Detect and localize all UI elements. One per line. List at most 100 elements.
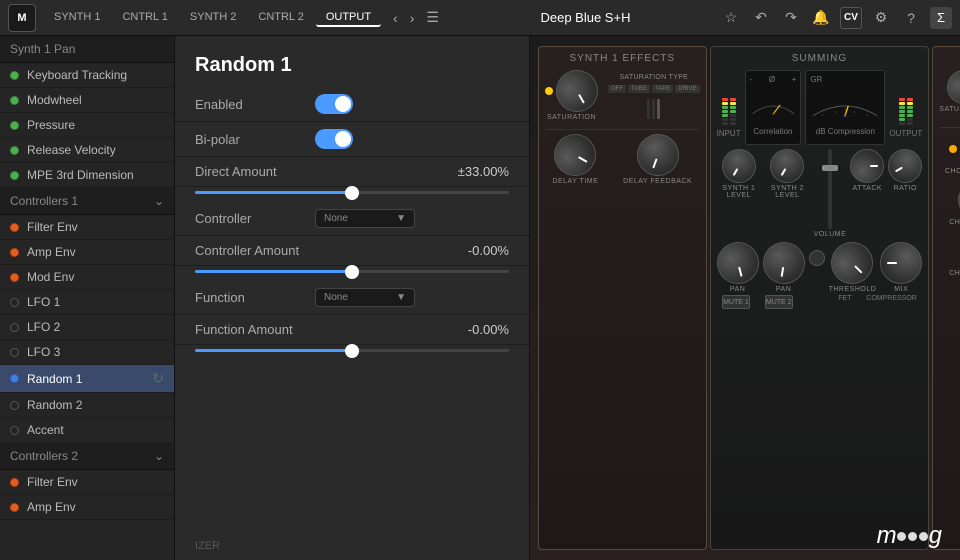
bell-icon[interactable]: 🔔 [810,7,832,29]
output-label: OUTPUT [889,129,922,138]
sidebar-item-filter-env-2[interactable]: Filter Env [0,470,174,495]
sidebar-section-synth1pan[interactable]: Synth 1 Pan [0,36,174,63]
sidebar-item-lfo1[interactable]: LFO 1 [0,290,174,315]
direct-amount-value: ±33.00% [458,164,509,179]
question-icon[interactable]: ? [900,7,922,29]
function-dropdown[interactable]: None ▼ [315,288,415,307]
sidebar-item-amp-env[interactable]: Amp Env [0,240,174,265]
sat-tube-button[interactable]: TUBE [628,85,650,93]
pan2-knob[interactable] [759,239,808,288]
synth1-delaytime-knob[interactable] [547,126,604,183]
synth2-level-knob[interactable] [764,143,810,189]
sidebar-item-lfo3[interactable]: LFO 3 [0,340,174,365]
tab-cntrl1[interactable]: CNTRL 1 [112,9,177,27]
chorus-expand-label: CHORUS EXPAND [949,270,960,277]
chorus-row3: CHORUS EXPAND SYNC [939,234,960,277]
sidebar-item-modwheel[interactable]: Modwheel [0,88,174,113]
tab-synth1[interactable]: SYNTH 1 [44,9,110,27]
sat-drive-button[interactable]: DRIVE [675,85,699,93]
function-row: Function None ▼ [175,281,529,315]
function-amount-track[interactable] [195,349,509,352]
chorus-expand-group: CHORUS EXPAND [949,234,960,277]
input-meter-left [722,98,728,125]
sat-off-button[interactable]: OFF [608,85,626,93]
bipolar-toggle[interactable] [315,129,353,149]
fet-label: FET [838,295,851,309]
mix-group: MIX [880,242,922,293]
controller-amount-track[interactable] [195,270,509,273]
sidebar-item-random1[interactable]: Random 1 ↻ [0,365,174,393]
sidebar-item-mod-env[interactable]: Mod Env [0,265,174,290]
app-logo[interactable]: M [8,4,36,32]
cv-icon[interactable]: CV [840,7,862,29]
attack-knob[interactable] [850,149,884,183]
input-meter-right [730,98,736,125]
synth1-saturation-row: SATURATION SATURATION TYPE OFF TUBE TAPE… [545,70,700,121]
summing-section: SUMMING [710,46,930,550]
controller-amount-thumb[interactable] [345,265,359,279]
synth2-saturation-knob[interactable] [941,64,960,110]
sidebar-section-controllers2[interactable]: Controllers 2 ⌄ [0,443,174,470]
redo-icon[interactable]: ↷ [780,7,802,29]
synth2-saturation-group: SATURATION [939,70,960,119]
sidebar-item-lfo2[interactable]: LFO 2 [0,315,174,340]
synth1-delayfeedback-knob[interactable] [631,128,685,182]
direct-amount-thumb[interactable] [345,186,359,200]
threshold-knob[interactable] [823,233,882,292]
pan1-knob[interactable] [712,237,763,288]
synth1-sattype-group: SATURATION TYPE OFF TUBE TAPE DRIVE [608,70,700,121]
sidebar-item-release-velocity[interactable]: Release Velocity [0,138,174,163]
sidebar-item-keyboard-tracking[interactable]: Keyboard Tracking [0,63,174,88]
undo-icon[interactable]: ↶ [750,7,772,29]
function-amount-label: Function Amount [195,322,315,337]
sidebar-item-pressure[interactable]: Pressure [0,113,174,138]
sigma-icon[interactable]: Σ [930,7,952,29]
mute1-button[interactable]: MUTE 1 [722,295,750,309]
sidebar-item-filter-env[interactable]: Filter Env [0,215,174,240]
synth1-saturation-knob[interactable] [548,62,605,119]
gear-icon[interactable]: ⚙ [870,7,892,29]
status-dot [10,401,19,410]
sidebar-item-label: Mod Env [27,270,74,284]
sidebar-item-amp-env-2[interactable]: Amp Env [0,495,174,520]
top-tabs: SYNTH 1 CNTRL 1 SYNTH 2 CNTRL 2 OUTPUT [44,9,381,27]
function-amount-thumb[interactable] [345,344,359,358]
tab-output[interactable]: OUTPUT [316,9,381,27]
bipolar-row: Bi-polar [175,122,529,157]
nav-menu-button[interactable]: ☰ [422,7,443,28]
function-amount-row: Function Amount -0.00% [175,315,529,345]
synth1-level-group: SYNTH 1 LEVEL [717,149,762,238]
correlation-header: - Ø + [750,75,797,84]
status-dot [10,121,19,130]
sidebar-item-label: Random 2 [27,398,82,412]
direct-amount-track[interactable] [195,191,509,194]
controller-dropdown[interactable]: None ▼ [315,209,415,228]
sat-tape-button[interactable]: TAPE [652,85,673,93]
star-icon[interactable]: ☆ [720,7,742,29]
synth2-saturation-row: SATURATION SATURATION TYPE OFF TUBE TAPE… [939,70,960,119]
nav-back-button[interactable]: ‹ [389,7,402,28]
nav-forward-button[interactable]: › [406,7,419,28]
pan1-group: PAN [717,242,759,293]
sidebar-section-title: Controllers 2 [10,449,78,463]
link-button[interactable] [809,250,825,266]
synth1-saturation-label: SATURATION [547,114,596,121]
tab-cntrl2[interactable]: CNTRL 2 [248,9,313,27]
volume-fader-thumb[interactable] [822,165,838,171]
mute2-button[interactable]: MUTE 2 [765,295,793,309]
tab-synth2[interactable]: SYNTH 2 [180,9,246,27]
synth1-level-knob[interactable] [716,143,762,189]
sidebar-section-controllers1[interactable]: Controllers 1 ⌄ [0,188,174,215]
sidebar-item-random2[interactable]: Random 2 [0,393,174,418]
mix-knob[interactable] [880,242,922,284]
synth2-level-group: SYNTH 2 LEVEL [765,149,810,238]
enabled-toggle[interactable] [315,94,353,114]
random-icon: ↻ [152,370,164,387]
sidebar-item-mpe3rd[interactable]: MPE 3rd Dimension [0,163,174,188]
chorus-hpf-knob[interactable] [952,177,960,223]
status-dot [10,248,19,257]
ratio-knob[interactable] [882,143,928,189]
sidebar-item-accent[interactable]: Accent [0,418,174,443]
correlation-label: Correlation [750,127,797,136]
volume-fader-track[interactable] [828,149,832,229]
